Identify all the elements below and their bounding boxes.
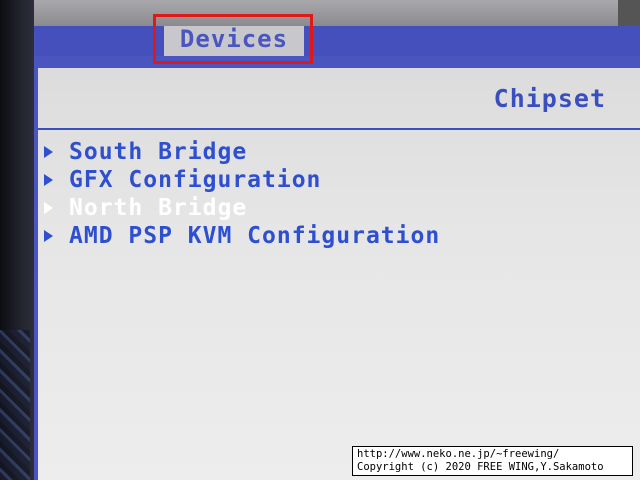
bios-tab-bar: Devices	[34, 26, 640, 56]
menu-item-label: AMD PSP KVM Configuration	[69, 223, 441, 249]
submenu-arrow-icon	[44, 230, 53, 242]
watermark-url: http://www.neko.ne.jp/~freewing/	[357, 448, 560, 460]
monitor-bezel-corner	[618, 0, 640, 26]
menu-item-amd-psp-kvm-configuration[interactable]: AMD PSP KVM Configuration	[44, 222, 440, 250]
submenu-arrow-icon	[44, 146, 53, 158]
menu-item-south-bridge[interactable]: South Bridge	[44, 138, 440, 166]
menu-item-label: South Bridge	[69, 139, 248, 165]
bios-screen: Devices Chipset South Bridge GFX Configu…	[34, 26, 640, 480]
monitor-bezel-top	[0, 0, 640, 26]
submenu-arrow-icon	[44, 174, 53, 186]
watermark-copyright: Copyright (c) 2020 FREE WING,Y.Sakamoto	[357, 461, 604, 473]
chipset-panel: Chipset South Bridge GFX Configuration N…	[38, 68, 640, 480]
chipset-menu: South Bridge GFX Configuration North Bri…	[44, 138, 440, 250]
submenu-arrow-icon	[44, 202, 53, 214]
copyright-watermark: http://www.neko.ne.jp/~freewing/ Copyrig…	[352, 446, 633, 476]
menu-item-north-bridge[interactable]: North Bridge	[44, 194, 440, 222]
panel-title: Chipset	[493, 84, 606, 113]
monitor-bezel-edge	[0, 330, 30, 480]
menu-item-gfx-configuration[interactable]: GFX Configuration	[44, 166, 440, 194]
panel-divider	[38, 128, 640, 130]
menu-item-label: North Bridge	[69, 195, 248, 221]
menu-item-label: GFX Configuration	[69, 167, 322, 193]
red-highlight-box	[153, 14, 313, 64]
